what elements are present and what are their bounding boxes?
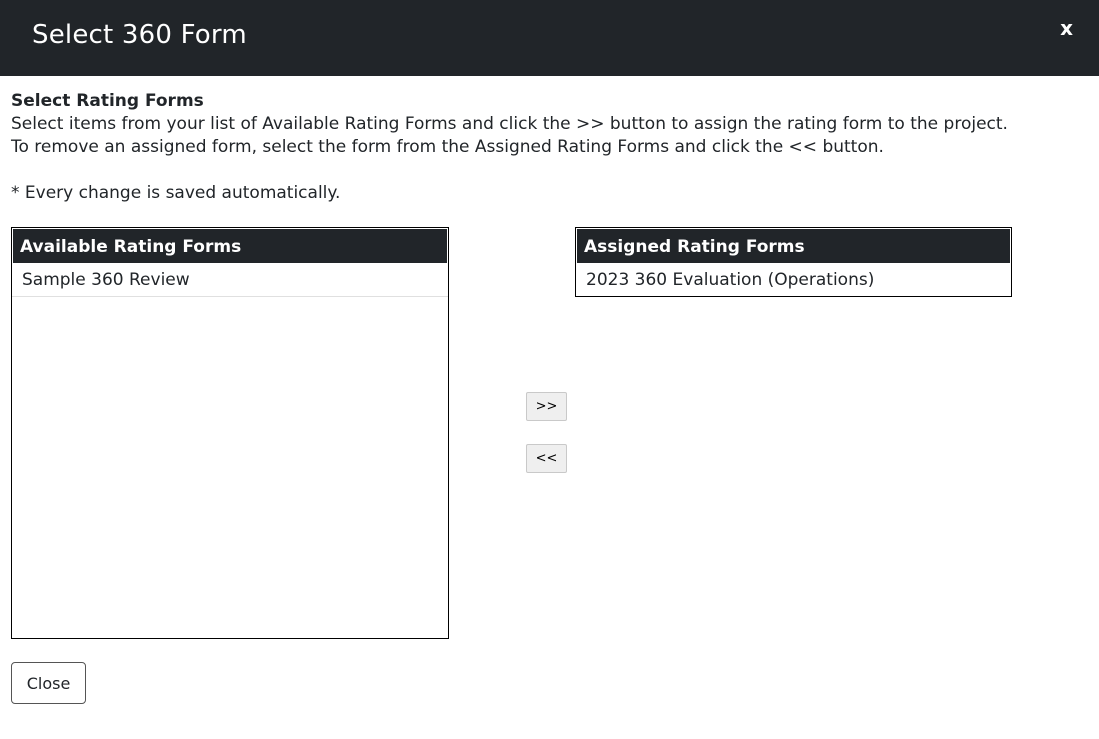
dialog-header: Select 360 Form x [0,0,1099,76]
autosave-note: * Every change is saved automatically. [11,183,341,203]
dialog-title: Select 360 Form [32,20,247,50]
available-forms-list[interactable]: Available Rating Forms Sample 360 Review [11,227,449,639]
select-360-form-dialog: Select 360 Form x Select Rating Forms Se… [0,0,1099,739]
instruction-line-remove: To remove an assigned form, select the f… [11,137,884,157]
assigned-forms-list[interactable]: Assigned Rating Forms 2023 360 Evaluatio… [575,227,1012,297]
assign-button[interactable]: >> [526,392,567,421]
available-forms-header: Available Rating Forms [13,229,447,263]
remove-button[interactable]: << [526,444,567,473]
section-heading: Select Rating Forms [11,91,204,111]
assigned-forms-header: Assigned Rating Forms [577,229,1010,263]
list-item[interactable]: Sample 360 Review [12,264,448,297]
list-item[interactable]: 2023 360 Evaluation (Operations) [576,264,1011,296]
close-button[interactable]: Close [11,662,86,704]
close-icon[interactable]: x [1060,16,1073,40]
instructions: Select Rating Forms Select items from yo… [11,90,1091,205]
instruction-line-assign: Select items from your list of Available… [11,114,1008,134]
